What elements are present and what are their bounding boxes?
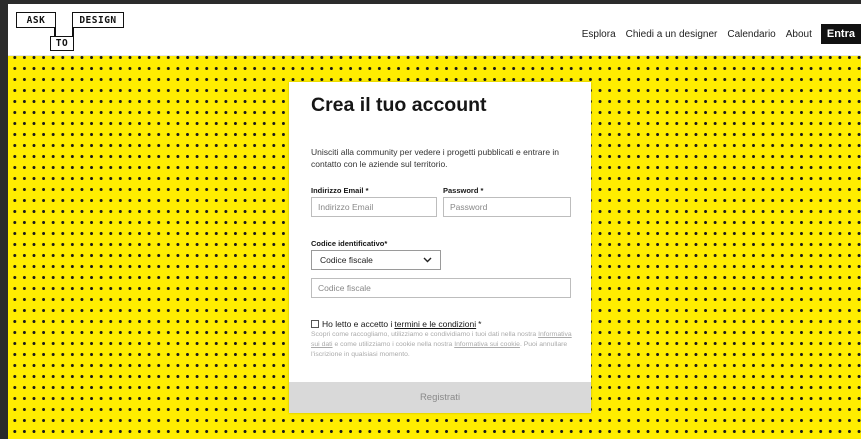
code-label: Codice identificativo* bbox=[311, 239, 388, 248]
logo-ask: ASK bbox=[16, 12, 56, 28]
logo-to: TO bbox=[50, 36, 74, 51]
nav-chiedi-designer[interactable]: Chiedi a un designer bbox=[626, 29, 718, 40]
ask-to-design-logo[interactable]: ASK DESIGN TO bbox=[16, 12, 126, 52]
intro-text: Unisciti alla community per vedere i pro… bbox=[311, 147, 560, 169]
terms-link[interactable]: termini e le condizioni bbox=[394, 319, 476, 329]
nav-about[interactable]: About bbox=[786, 29, 812, 40]
page: ASK DESIGN TO Esplora Chiedi a un design… bbox=[8, 4, 861, 439]
register-button[interactable]: Registrati bbox=[289, 382, 591, 413]
enter-button[interactable]: Entra bbox=[820, 24, 861, 44]
site-header: ASK DESIGN TO Esplora Chiedi a un design… bbox=[8, 4, 861, 56]
signup-card: Crea il tuo account Unisciti alla commun… bbox=[289, 82, 591, 413]
required-mark: * bbox=[478, 319, 482, 329]
password-label: Password * bbox=[443, 186, 484, 195]
consent-row: Ho letto e accetto i termini e le condiz… bbox=[311, 319, 573, 329]
email-label: Indirizzo Email * bbox=[311, 186, 369, 195]
logo-design: DESIGN bbox=[72, 12, 124, 28]
chevron-down-icon bbox=[422, 255, 432, 265]
main-nav: Esplora Chiedi a un designer Calendario … bbox=[572, 24, 861, 44]
consent-checkbox[interactable] bbox=[311, 320, 319, 328]
nav-calendario[interactable]: Calendario bbox=[727, 29, 775, 40]
email-field[interactable]: Indirizzo Email bbox=[311, 197, 437, 217]
privacy-text: Scopri come raccogliamo, utilizziamo e c… bbox=[311, 331, 537, 338]
cookie-policy-link[interactable]: Informativa sui cookie bbox=[454, 341, 520, 348]
code-type-value: Codice fiscale bbox=[320, 255, 373, 265]
code-type-select[interactable]: Codice fiscale bbox=[311, 250, 441, 270]
consent-text: Ho letto e accetto i bbox=[322, 319, 393, 329]
privacy-notice: Scopri come raccogliamo, utilizziamo e c… bbox=[311, 330, 573, 360]
page-title: Crea il tuo account bbox=[311, 94, 487, 116]
password-field[interactable]: Password bbox=[443, 197, 571, 217]
nav-esplora[interactable]: Esplora bbox=[582, 29, 616, 40]
privacy-text: e come utilizziamo i cookie nella nostra bbox=[334, 341, 453, 348]
tax-code-field[interactable]: Codice fiscale bbox=[311, 278, 571, 298]
